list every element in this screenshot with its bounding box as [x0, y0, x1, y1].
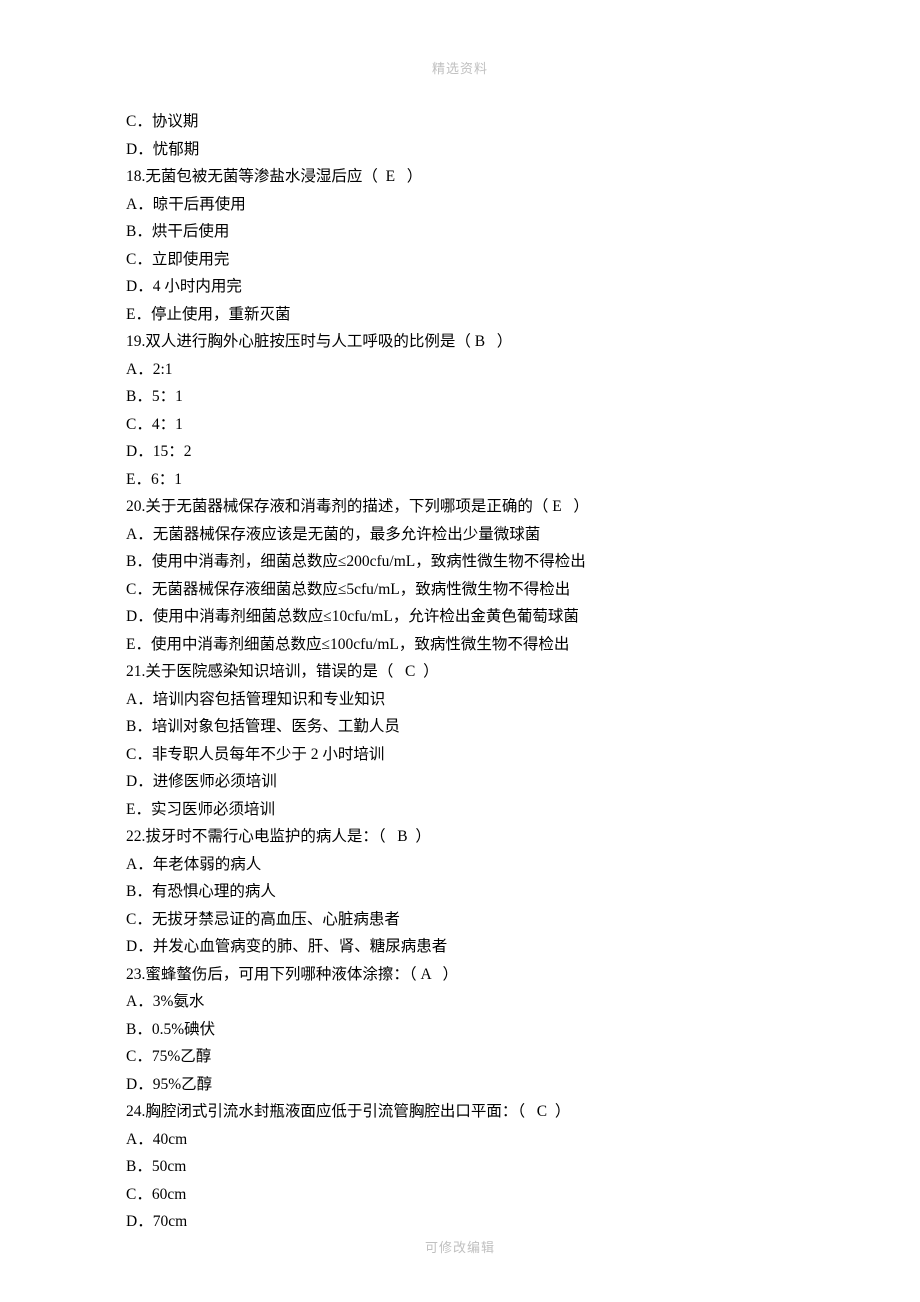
text-line: B．有恐惧心理的病人 — [126, 878, 816, 906]
text-line: D．15：2 — [126, 438, 816, 466]
text-line: D．并发心血管病变的肺、肝、肾、糖尿病患者 — [126, 933, 816, 961]
text-line: C．协议期 — [126, 108, 816, 136]
text-line: A．培训内容包括管理知识和专业知识 — [126, 686, 816, 714]
text-line: D．95%乙醇 — [126, 1071, 816, 1099]
text-line: D．使用中消毒剂细菌总数应≤10cfu/mL，允许检出金黄色葡萄球菌 — [126, 603, 816, 631]
text-line: D．70cm — [126, 1208, 816, 1236]
text-line: 21.关于医院感染知识培训，错误的是（ C ） — [126, 658, 816, 686]
text-line: A．2:1 — [126, 356, 816, 384]
text-line: B．0.5%碘伏 — [126, 1016, 816, 1044]
text-line: B．50cm — [126, 1153, 816, 1181]
text-line: C．4：1 — [126, 411, 816, 439]
text-line: E．停止使用，重新灭菌 — [126, 301, 816, 329]
text-line: A．无菌器械保存液应该是无菌的，最多允许检出少量微球菌 — [126, 521, 816, 549]
text-line: C．75%乙醇 — [126, 1043, 816, 1071]
text-line: A．3%氨水 — [126, 988, 816, 1016]
text-line: C．60cm — [126, 1181, 816, 1209]
text-line: C．非专职人员每年不少于 2 小时培训 — [126, 741, 816, 769]
text-line: 24.胸腔闭式引流水封瓶液面应低于引流管胸腔出口平面：（ C ） — [126, 1098, 816, 1126]
page-footer: 可修改编辑 — [0, 1237, 920, 1256]
text-line: C．立即使用完 — [126, 246, 816, 274]
text-line: 20.关于无菌器械保存液和消毒剂的描述，下列哪项是正确的（ E ） — [126, 493, 816, 521]
text-line: B．使用中消毒剂，细菌总数应≤200cfu/mL，致病性微生物不得检出 — [126, 548, 816, 576]
text-line: D．进修医师必须培训 — [126, 768, 816, 796]
text-line: E．实习医师必须培训 — [126, 796, 816, 824]
text-line: E．6：1 — [126, 466, 816, 494]
text-line: C．无拔牙禁忌证的高血压、心脏病患者 — [126, 906, 816, 934]
text-line: C．无菌器械保存液细菌总数应≤5cfu/mL，致病性微生物不得检出 — [126, 576, 816, 604]
text-line: B．5：1 — [126, 383, 816, 411]
document-content: C．协议期 D．忧郁期 18.无菌包被无菌等渗盐水浸湿后应（ E ） A．晾干后… — [126, 108, 816, 1236]
text-line: D．4 小时内用完 — [126, 273, 816, 301]
page-header: 精选资料 — [0, 58, 920, 77]
text-line: 22.拔牙时不需行心电监护的病人是：（ B ） — [126, 823, 816, 851]
text-line: A．年老体弱的病人 — [126, 851, 816, 879]
text-line: A．40cm — [126, 1126, 816, 1154]
text-line: 23.蜜蜂螫伤后，可用下列哪种液体涂擦：（ A ） — [126, 961, 816, 989]
text-line: E．使用中消毒剂细菌总数应≤100cfu/mL，致病性微生物不得检出 — [126, 631, 816, 659]
text-line: D．忧郁期 — [126, 136, 816, 164]
text-line: B．培训对象包括管理、医务、工勤人员 — [126, 713, 816, 741]
text-line: A．晾干后再使用 — [126, 191, 816, 219]
text-line: B．烘干后使用 — [126, 218, 816, 246]
text-line: 18.无菌包被无菌等渗盐水浸湿后应（ E ） — [126, 163, 816, 191]
text-line: 19.双人进行胸外心脏按压时与人工呼吸的比例是（ B ） — [126, 328, 816, 356]
